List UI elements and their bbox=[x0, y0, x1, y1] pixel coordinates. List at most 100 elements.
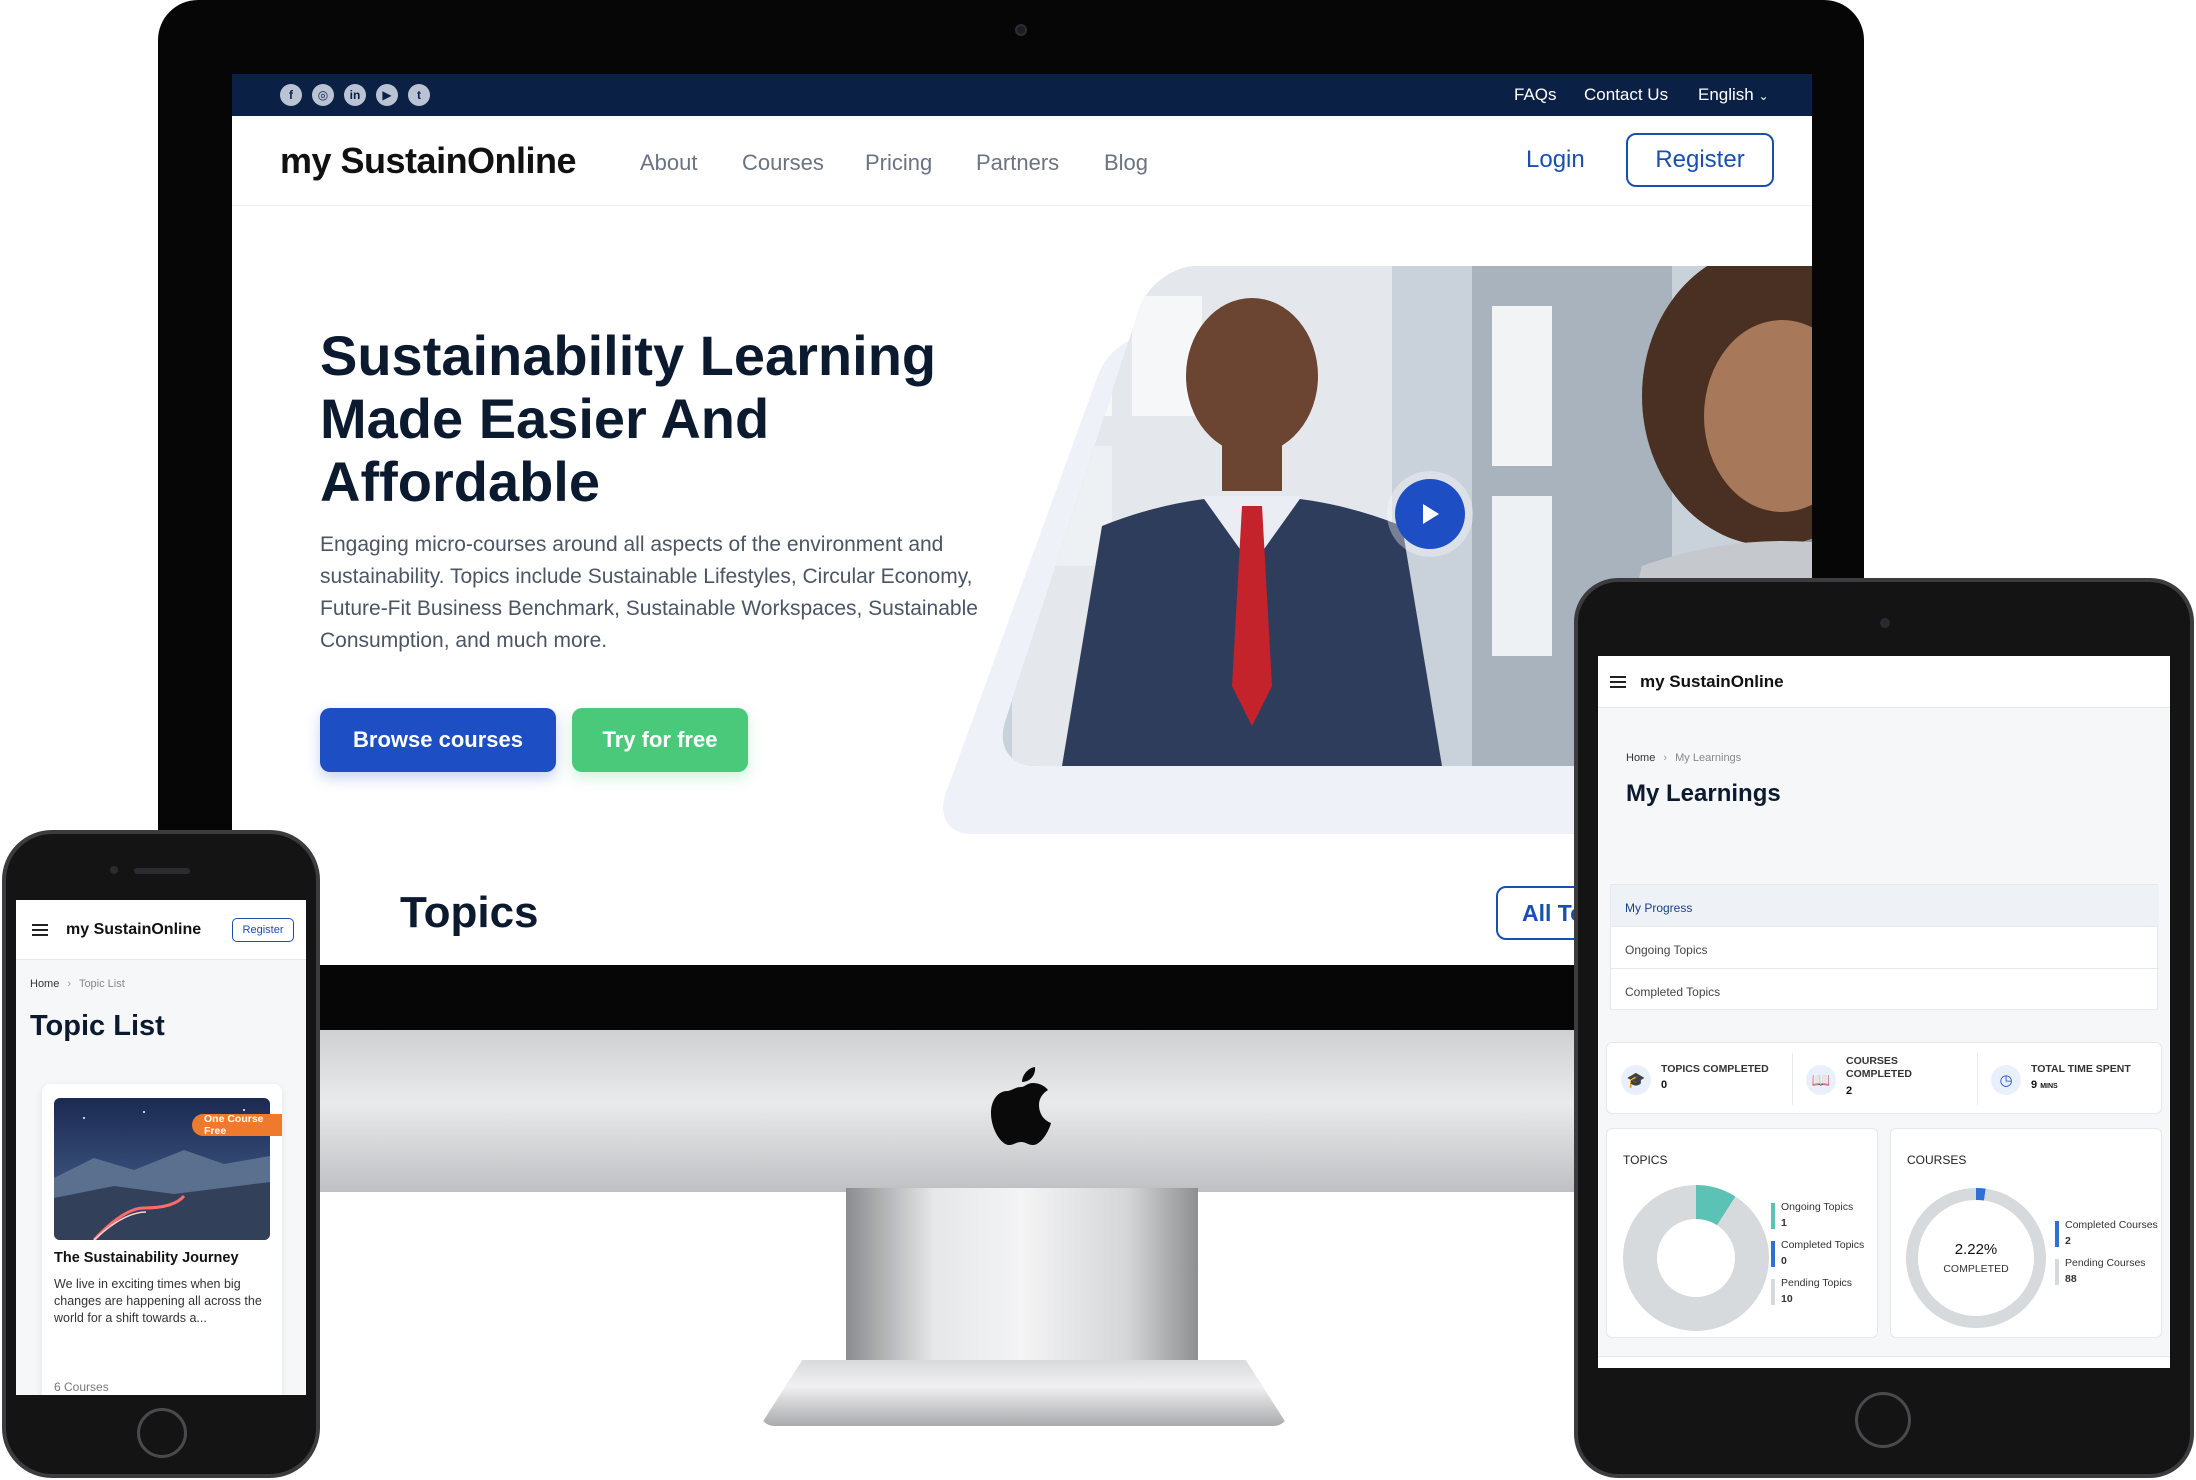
legend-value: 0 bbox=[1781, 1255, 1787, 1267]
legend-completed-topics: Completed Topics 0 bbox=[1771, 1239, 1864, 1268]
tablet-home-button bbox=[1855, 1392, 1911, 1448]
breadcrumb-current: My Learnings bbox=[1675, 752, 1742, 764]
card-title: COURSES bbox=[1907, 1153, 1967, 1167]
try-for-free-button[interactable]: Try for free bbox=[572, 708, 748, 772]
next-card-edge bbox=[1598, 1356, 2170, 1368]
legend-label: Pending Topics bbox=[1781, 1277, 1853, 1289]
learning-tabs: My Progress Ongoing Topics Completed Top… bbox=[1610, 884, 2159, 1011]
nav-partners[interactable]: Partners bbox=[976, 150, 1059, 176]
play-video-button[interactable] bbox=[1395, 479, 1465, 549]
phone-speaker bbox=[134, 868, 190, 874]
twitter-icon[interactable]: t bbox=[408, 84, 430, 106]
phone-brand[interactable]: my SustainOnline bbox=[66, 921, 201, 939]
legend-completed-courses: Completed Courses 2 bbox=[2055, 1219, 2158, 1248]
main-navigation: my SustainOnline About Courses Pricing P… bbox=[232, 116, 1812, 206]
breadcrumb-separator-icon: › bbox=[67, 978, 72, 990]
stat-total-time: ◷ TOTAL TIME SPENT 9 MINS bbox=[1977, 1043, 2163, 1115]
imac-stand bbox=[846, 1188, 1198, 1380]
register-button[interactable]: Register bbox=[232, 918, 294, 942]
donut-center-text: 2.22% COMPLETED bbox=[1901, 1241, 2051, 1275]
completion-label: COMPLETED bbox=[1943, 1263, 2009, 1275]
phone-header: my SustainOnline Register bbox=[16, 900, 306, 960]
tablet-app: my SustainOnline Home › My Learnings My … bbox=[1598, 656, 2170, 1368]
hero-title: Sustainability Learning Made Easier And … bbox=[320, 324, 937, 513]
page-title: My Learnings bbox=[1626, 780, 1781, 807]
time-unit: MINS bbox=[2040, 1083, 2058, 1090]
page-title: Topic List bbox=[30, 1010, 165, 1042]
linkedin-icon[interactable]: in bbox=[344, 84, 366, 106]
phone-camera bbox=[110, 866, 118, 874]
breadcrumb-home[interactable]: Home bbox=[30, 978, 59, 990]
tablet-camera bbox=[1880, 618, 1890, 628]
tab-my-progress[interactable]: My Progress bbox=[1611, 885, 2159, 927]
imac-camera bbox=[1015, 24, 1027, 36]
youtube-icon[interactable]: ▶ bbox=[376, 84, 398, 106]
breadcrumb-home[interactable]: Home bbox=[1626, 752, 1655, 764]
time-value: 9 bbox=[2031, 1079, 2038, 1091]
stat-label: COURSES COMPLETED bbox=[1846, 1055, 1912, 1080]
tablet-brand[interactable]: my SustainOnline bbox=[1640, 672, 1784, 692]
legend-pending-courses: Pending Courses 88 bbox=[2055, 1257, 2146, 1286]
stats-bar: 🎓 TOPICS COMPLETED 0 📖 COURSES COMPLETED… bbox=[1606, 1042, 2162, 1114]
topic-card[interactable]: One Course Free The Sustainability Journ… bbox=[42, 1084, 282, 1395]
nav-about[interactable]: About bbox=[640, 150, 698, 176]
clock-icon: ◷ bbox=[1991, 1065, 2021, 1095]
utility-bar: f ◎ in ▶ t FAQs Contact Us English ⌄ bbox=[232, 74, 1812, 116]
courses-chart-card: COURSES 2.22% COMPLETED Completed Course… bbox=[1890, 1128, 2162, 1338]
card-title: TOPICS bbox=[1623, 1153, 1668, 1167]
tab-ongoing-topics[interactable]: Ongoing Topics bbox=[1611, 927, 2159, 969]
tab-completed-topics[interactable]: Completed Topics bbox=[1611, 969, 2159, 1011]
stat-value: 2 bbox=[1846, 1085, 1853, 1097]
nav-pricing[interactable]: Pricing bbox=[865, 150, 932, 176]
stat-topics-completed: 🎓 TOPICS COMPLETED 0 bbox=[1607, 1043, 1792, 1115]
breadcrumb-current: Topic List bbox=[78, 978, 125, 990]
legend-label: Ongoing Topics bbox=[1781, 1201, 1854, 1213]
tablet-header: my SustainOnline bbox=[1598, 656, 2170, 708]
language-selector[interactable]: English ⌄ bbox=[1698, 85, 1769, 105]
menu-icon[interactable] bbox=[1610, 676, 1626, 688]
book-icon: 📖 bbox=[1806, 1065, 1836, 1095]
legend-pending-topics: Pending Topics 10 bbox=[1771, 1277, 1852, 1306]
brand-logo[interactable]: my SustainOnline bbox=[280, 140, 577, 182]
facebook-icon[interactable]: f bbox=[280, 84, 302, 106]
breadcrumb: Home › My Learnings bbox=[1626, 752, 1741, 764]
imac-stand-base bbox=[760, 1360, 1288, 1426]
faqs-link[interactable]: FAQs bbox=[1514, 85, 1557, 105]
legend-value: 1 bbox=[1781, 1217, 1787, 1229]
stat-label: TOTAL TIME SPENT bbox=[2031, 1063, 2131, 1075]
topic-card-title[interactable]: The Sustainability Journey bbox=[54, 1250, 239, 1266]
nav-blog[interactable]: Blog bbox=[1104, 150, 1148, 176]
stat-value: 9 MINS bbox=[2031, 1079, 2058, 1091]
legend-value: 10 bbox=[1781, 1293, 1793, 1305]
legend-label: Pending Courses bbox=[2065, 1257, 2146, 1269]
topic-card-description: We live in exciting times when big chang… bbox=[54, 1277, 262, 1325]
legend-label: Completed Courses bbox=[2065, 1219, 2158, 1231]
stat-label: TOPICS COMPLETED bbox=[1661, 1063, 1769, 1075]
apple-logo-icon bbox=[991, 1067, 1051, 1145]
free-course-badge: One Course Free bbox=[192, 1113, 282, 1137]
breadcrumb-separator-icon: › bbox=[1663, 752, 1668, 764]
legend-value: 88 bbox=[2065, 1273, 2077, 1285]
instagram-icon[interactable]: ◎ bbox=[312, 84, 334, 106]
play-icon bbox=[1423, 504, 1439, 524]
register-button[interactable]: Register bbox=[1626, 133, 1774, 187]
browse-courses-button[interactable]: Browse courses bbox=[320, 708, 556, 772]
completion-percent: 2.22% bbox=[1954, 1241, 1998, 1258]
topics-heading: Topics bbox=[400, 888, 539, 937]
breadcrumb: Home › Topic List bbox=[30, 978, 125, 990]
nav-courses[interactable]: Courses bbox=[742, 150, 824, 176]
chevron-down-icon: ⌄ bbox=[1758, 89, 1769, 103]
language-label: English bbox=[1698, 85, 1754, 104]
graduation-cap-icon: 🎓 bbox=[1621, 1065, 1651, 1095]
login-button[interactable]: Login bbox=[1526, 146, 1585, 174]
phone-app: my SustainOnline Register Home › Topic L… bbox=[16, 900, 306, 1395]
stat-value: 0 bbox=[1661, 1079, 1668, 1091]
legend-label: Completed Topics bbox=[1781, 1239, 1865, 1251]
legend-value: 2 bbox=[2065, 1235, 2071, 1247]
hero-description: Engaging micro-courses around all aspect… bbox=[320, 533, 978, 652]
contact-us-link[interactable]: Contact Us bbox=[1584, 85, 1668, 105]
legend-ongoing-topics: Ongoing Topics 1 bbox=[1771, 1201, 1853, 1230]
topic-card-course-count: 6 Courses bbox=[54, 1380, 109, 1394]
menu-icon[interactable] bbox=[32, 924, 48, 936]
topics-donut-chart bbox=[1623, 1185, 1769, 1331]
